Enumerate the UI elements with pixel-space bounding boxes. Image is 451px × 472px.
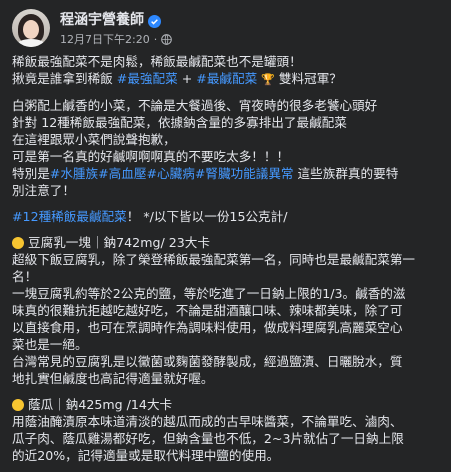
post-body: 稀飯最強配菜不是肉鬆，稀飯最鹹配菜也不是罐頭！ 揪竟是誰拿到稀飯 #最強配菜 +…	[12, 53, 439, 464]
post-header: 程涵宇營養師 12月7日下午2:20 ·	[12, 6, 439, 50]
para2-line-1: 白粥配上鹹香的小菜，不論是大餐過後、宵夜時的很多老饕心頭好	[12, 98, 378, 113]
yellow-circle-icon	[12, 398, 24, 411]
section-2-title-row: 蔭瓜｜鈉425mg /14大卡	[12, 396, 439, 413]
facebook-post: 程涵宇營養師 12月7日下午2:20 · 稀飯最強配菜不是肉鬆，稀飯最鹹配菜也不…	[0, 0, 451, 464]
meta-separator: ·	[153, 32, 158, 46]
hashtag-edema[interactable]: #水腫族	[50, 166, 98, 181]
intro-plus: +	[177, 71, 197, 86]
post-timestamp[interactable]: 12月7日下午2:20	[60, 31, 150, 47]
sec1-line-7: 台灣常見的豆腐乳是以黴菌或麴菌發酵製成，經過鹽漬、日曬脫水，質	[12, 354, 403, 369]
hashtag-hypertension[interactable]: #高血壓	[98, 166, 146, 181]
intro-text-b: 雙料冠軍？	[274, 71, 342, 86]
globe-icon	[161, 33, 173, 45]
sec2-line-2: 瓜子肉、蔭瓜雞湯都好吃，但鈉含量也不低，2~3片就佔了一日鈉上限	[12, 431, 404, 446]
intro-line-1: 稀飯最強配菜不是肉鬆，稀飯最鹹配菜也不是罐頭！	[12, 54, 302, 69]
sec2-line-3: 的近20%，記得適量或是取代料理中鹽的使用。	[12, 448, 280, 463]
hashtag-12-saltiest[interactable]: #12種稀飯最鹹配菜	[12, 209, 127, 224]
sec1-line-6: 菜也是一絕。	[12, 337, 88, 352]
intro-text-a: 揪竟是誰拿到稀飯	[12, 71, 117, 86]
intro-paragraph: 稀飯最強配菜不是肉鬆，稀飯最鹹配菜也不是罐頭！ 揪竟是誰拿到稀飯 #最強配菜 +…	[12, 53, 439, 88]
post-meta: 程涵宇營養師 12月7日下午2:20 ·	[60, 9, 173, 47]
section-1-title: 豆腐乳一塊｜鈉742mg/ 23大卡	[28, 235, 210, 250]
serving-note-paragraph: #12種稀飯最鹹配菜！ */以下皆以一份15公克計/	[12, 208, 439, 225]
explanation-paragraph: 白粥配上鹹香的小菜，不論是大餐過後、宵夜時的很多老饕心頭好 針對 12種稀飯最強…	[12, 97, 439, 199]
author-avatar[interactable]	[12, 9, 50, 47]
sec1-line-8: 地扎實但鹹度也高記得適量就好喔。	[12, 371, 214, 386]
serving-note: ！ */以下皆以一份15公克計/	[126, 209, 288, 224]
hashtag-strongest-side-dish[interactable]: #最強配菜	[117, 71, 178, 86]
sec1-line-3: 一塊豆腐乳約等於2公克的鹽，等於吃進了一日鈉上限的1/3。鹹香的滋	[12, 286, 406, 301]
para2-text-b: 這些族群真的要特	[293, 166, 399, 181]
para3-line: #12種稀飯最鹹配菜！ */以下皆以一份15公克計/	[12, 208, 439, 225]
sec1-line-5: 以直接食用，也可在烹調時作為調味料使用，做成料理腐乳高麗菜空心	[12, 320, 403, 335]
author-name[interactable]: 程涵宇營養師	[60, 9, 144, 29]
section-2-title: 蔭瓜｜鈉425mg /14大卡	[28, 397, 173, 412]
sec1-line-4: 味真的很難抗拒越吃越好吃，不論是甜酒釀口味、辣味都美味，除了可	[12, 303, 403, 318]
hashtag-heart-disease[interactable]: #心臟病	[146, 166, 194, 181]
para2-line-6: 別注意了！	[12, 183, 75, 198]
time-row: 12月7日下午2:20 ·	[60, 31, 173, 47]
avatar-face	[23, 20, 39, 39]
para2-text-a: 特別是	[12, 166, 50, 181]
hashtag-saltiest-side-dish[interactable]: #最鹹配菜	[196, 71, 257, 86]
verified-badge-icon	[148, 13, 161, 28]
hashtag-kidney[interactable]: #腎臟功能議異常	[195, 166, 294, 181]
intro-line-2: 揪竟是誰拿到稀飯 #最強配菜 + #最鹹配菜 🏆 雙料冠軍？	[12, 70, 439, 88]
para2-line-5: 特別是#水腫族#高血壓#心臟病#腎臟功能議異常 這些族群真的要特	[12, 165, 439, 182]
sec2-line-1: 用蔭油醃漬原本味道清淡的越瓜而成的古早味醬菜，不論單吃、滷肉、	[12, 414, 403, 429]
section-fermented-tofu: 豆腐乳一塊｜鈉742mg/ 23大卡 超級下飯豆腐乳，除了榮登稀飯最強配菜第一名…	[12, 234, 439, 387]
section-1-title-row: 豆腐乳一塊｜鈉742mg/ 23大卡	[12, 234, 439, 251]
trophy-icon: 🏆	[261, 73, 275, 86]
section-pickled-cucumber: 蔭瓜｜鈉425mg /14大卡 用蔭油醃漬原本味道清淡的越瓜而成的古早味醬菜，不…	[12, 396, 439, 464]
name-row: 程涵宇營養師	[60, 9, 172, 29]
para2-line-3: 在這裡跟眾小菜們說聲抱歉，	[12, 132, 176, 147]
sec1-line-1: 超級下飯豆腐乳，除了榮登稀飯最強配菜第一名，同時也是最鹹配菜第一	[12, 252, 415, 267]
yellow-circle-icon	[12, 236, 24, 249]
para2-line-4: 可是第一名真的好鹹啊啊啊真的不要吃太多！！！	[12, 149, 290, 164]
avatar-shirt	[16, 39, 46, 47]
para2-line-2: 針對 12種稀飯最強配菜，依據鈉含量的多寡排出了最鹹配菜	[12, 115, 347, 130]
sec1-line-2: 名！	[12, 269, 38, 284]
